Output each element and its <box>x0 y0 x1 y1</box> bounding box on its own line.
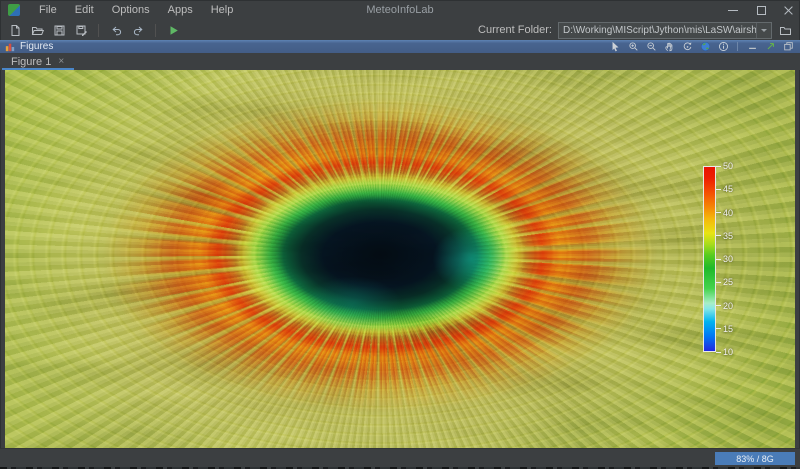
menu-edit[interactable]: Edit <box>66 0 103 20</box>
memory-usage-text: 83% / 8G <box>736 454 774 464</box>
current-folder-label: Current Folder: <box>478 24 552 36</box>
toolbar-separator <box>98 24 99 37</box>
zoom-in-icon[interactable] <box>627 41 639 53</box>
maximize-window-icon[interactable] <box>756 5 766 15</box>
main-toolbar: Current Folder: D:\Working\MIScript\Jyth… <box>0 20 800 40</box>
pan-hand-icon[interactable] <box>663 41 675 53</box>
figure-canvas[interactable]: 50 45 40 35 30 25 20 15 10 <box>5 70 795 448</box>
colorbar-gradient <box>703 166 716 352</box>
current-folder-value: D:\Working\MIScript\Jython\mis\LaSW\airs… <box>559 25 756 36</box>
hide-panel-icon[interactable] <box>746 41 758 53</box>
colorbar-tick: 40 <box>716 208 733 218</box>
menu-help[interactable]: Help <box>202 0 243 20</box>
minimize-window-icon[interactable] <box>728 5 738 15</box>
colorbar-tick: 45 <box>716 184 733 194</box>
current-folder-group: Current Folder: D:\Working\MIScript\Jyth… <box>478 21 792 39</box>
close-window-icon[interactable] <box>784 5 794 15</box>
colorbar: 50 45 40 35 30 25 20 15 10 <box>703 166 743 352</box>
tab-label: Figure 1 <box>11 56 51 68</box>
new-file-icon[interactable] <box>8 23 22 37</box>
memory-usage-badge[interactable]: 83% / 8G <box>715 452 795 465</box>
figures-panel-header[interactable]: Figures <box>0 40 800 53</box>
app-logo-icon <box>8 4 20 16</box>
run-script-icon[interactable] <box>166 23 180 37</box>
save-as-icon[interactable] <box>74 23 88 37</box>
browse-folder-icon[interactable] <box>778 23 792 37</box>
float-panel-icon[interactable] <box>764 41 776 53</box>
undo-icon[interactable] <box>109 23 123 37</box>
colorbar-tick: 35 <box>716 231 733 241</box>
menu-options[interactable]: Options <box>103 0 159 20</box>
colorbar-tick: 10 <box>716 347 733 357</box>
menu-file[interactable]: File <box>30 0 66 20</box>
zoom-out-icon[interactable] <box>645 41 657 53</box>
save-icon[interactable] <box>52 23 66 37</box>
globe-icon[interactable] <box>699 41 711 53</box>
header-separator <box>737 42 738 51</box>
chevron-down-icon[interactable] <box>756 23 771 38</box>
figure-tab-bar: Figure 1 × <box>0 53 800 70</box>
open-folder-icon[interactable] <box>30 23 44 37</box>
window-controls <box>728 0 794 20</box>
info-icon[interactable] <box>717 41 729 53</box>
colorbar-tick: 20 <box>716 301 733 311</box>
colorbar-tick: 25 <box>716 277 733 287</box>
colorbar-tick: 30 <box>716 254 733 264</box>
figures-panel-title: Figures <box>20 41 53 52</box>
status-bar: 83% / 8G <box>0 448 800 468</box>
select-arrow-icon[interactable] <box>609 41 621 53</box>
tab-close-icon[interactable]: × <box>58 57 64 67</box>
toolbar-separator <box>155 24 156 37</box>
surface-noise-layer <box>5 70 795 448</box>
colorbar-tick: 50 <box>716 161 733 171</box>
meteoinfolab-window: File Edit Options Apps Help MeteoInfoLab <box>0 0 800 469</box>
colorbar-tick: 15 <box>716 324 733 334</box>
current-folder-combobox[interactable]: D:\Working\MIScript\Jython\mis\LaSW\airs… <box>558 22 772 39</box>
figures-panel-icon <box>4 41 16 53</box>
menu-bar: File Edit Options Apps Help MeteoInfoLab <box>0 0 800 20</box>
redo-icon[interactable] <box>131 23 145 37</box>
rotate-icon[interactable] <box>681 41 693 53</box>
restore-panel-icon[interactable] <box>782 41 794 53</box>
menu-apps[interactable]: Apps <box>159 0 202 20</box>
